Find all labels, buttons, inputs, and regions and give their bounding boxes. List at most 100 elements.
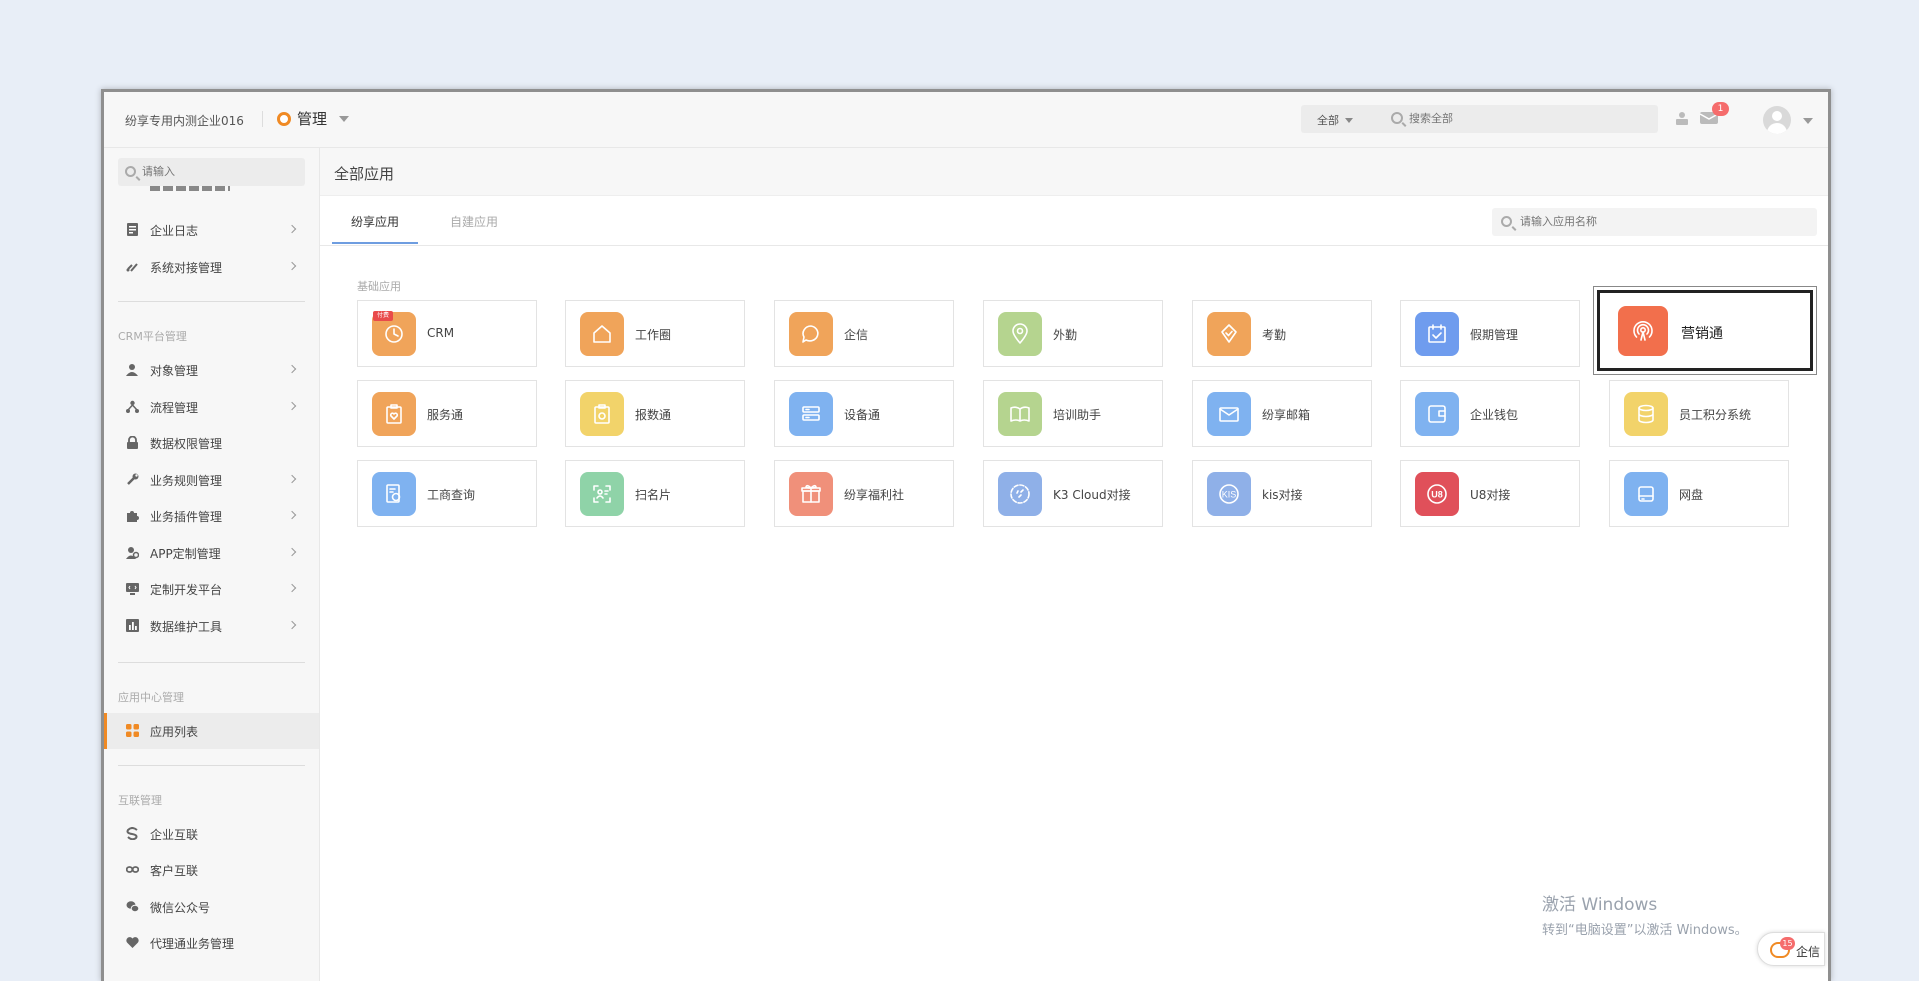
qixin-badge: 15 (1780, 937, 1795, 950)
app-card[interactable]: 服务通 (357, 380, 537, 447)
mail-icon (1207, 392, 1251, 436)
sidebar-item-app-list[interactable]: 应用列表 (104, 713, 319, 749)
app-card[interactable]: 付费 CRM (357, 300, 537, 367)
app-search-input[interactable] (1520, 213, 1800, 231)
app-card[interactable]: 设备通 (774, 380, 954, 447)
app-name: kis对接 (1262, 488, 1303, 502)
broadcast-icon (1618, 306, 1668, 356)
app-name: 考勤 (1262, 328, 1287, 342)
sidebar-item-dev-platform[interactable]: 定制开发平台 (104, 573, 319, 603)
section-title: 互联管理 (118, 794, 162, 807)
app-card[interactable]: 报数通 (565, 380, 745, 447)
module-switcher[interactable]: 管理 (277, 108, 350, 129)
global-search: 全部 (1301, 105, 1658, 133)
sidebar-item-label: 数据权限管理 (150, 437, 223, 451)
app-name: U8对接 (1470, 488, 1511, 502)
log-icon (127, 223, 138, 236)
module-label: 管理 (297, 110, 328, 128)
sidebar-item-label: APP定制管理 (150, 547, 221, 561)
section-title: CRM平台管理 (118, 330, 187, 343)
sidebar-item-customer-link[interactable]: 客户互联 (104, 854, 319, 884)
sidebar-item-label: 系统对接管理 (150, 261, 223, 275)
sidebar-item-app-custom[interactable]: APP定制管理 (104, 537, 319, 567)
sidebar-item-log[interactable]: 企业日志 (104, 214, 319, 244)
qixin-float-button[interactable]: 15 企信 (1757, 932, 1825, 966)
sidebar-item-permissions[interactable]: 数据权限管理 (104, 427, 319, 457)
grid-icon (126, 724, 139, 737)
sidebar-item-enterprise-link[interactable]: 企业互联 (104, 818, 319, 848)
sidebar-item-agent[interactable]: 代理通业务管理 (104, 927, 319, 957)
server-icon (789, 392, 833, 436)
chevron-right-icon (287, 510, 297, 520)
book-icon (998, 392, 1042, 436)
tab-custom-apps[interactable]: 自建应用 (450, 213, 498, 230)
app-card[interactable]: U8 U8对接 (1400, 460, 1580, 527)
wallet-icon (1415, 392, 1459, 436)
top-bar: 纷享专用内测企业016 管理 全部 1 (104, 92, 1828, 148)
app-name: 扫名片 (635, 488, 672, 502)
app-name: 设备通 (844, 408, 881, 422)
flow-icon (126, 400, 139, 413)
main-content: 全部应用 纷享应用 自建应用 基础应用 付费CRM工作圈企信外勤考勤假期管理营销… (320, 148, 1828, 981)
chevron-down-icon[interactable] (1803, 118, 1813, 124)
sidebar-item-label: 定制开发平台 (150, 583, 223, 597)
sidebar-search-input[interactable] (142, 163, 292, 181)
app-card[interactable]: 外勤 (983, 300, 1163, 367)
app-card[interactable]: 营销通 (1597, 290, 1813, 371)
svg-text:U8: U8 (1431, 490, 1443, 500)
sidebar-item-label: 应用列表 (150, 725, 199, 739)
sidebar-item-flows[interactable]: 流程管理 (104, 391, 319, 421)
app-card[interactable]: KIS kis对接 (1192, 460, 1372, 527)
app-card[interactable]: 网盘 (1609, 460, 1789, 527)
kis-icon: KIS (1207, 472, 1251, 516)
chevron-down-icon (339, 115, 350, 122)
contacts-icon[interactable] (1675, 111, 1689, 126)
sidebar-item-label: 微信公众号 (150, 901, 211, 915)
app-card[interactable]: 培训助手 (983, 380, 1163, 447)
header-divider (262, 111, 263, 127)
app-search (1492, 208, 1817, 236)
app-card[interactable]: 纷享邮箱 (1192, 380, 1372, 447)
message-badge: 1 (1712, 102, 1729, 116)
scan-card-icon (580, 472, 624, 516)
avatar[interactable] (1763, 106, 1791, 134)
app-name: 服务通 (427, 408, 464, 422)
app-card[interactable]: 纷享福利社 (774, 460, 954, 527)
sidebar-item-plugins[interactable]: 业务插件管理 (104, 500, 319, 530)
app-card[interactable]: K3 Cloud对接 (983, 460, 1163, 527)
app-card[interactable]: 扫名片 (565, 460, 745, 527)
sidebar-item-label: 企业互联 (150, 828, 199, 842)
tab-fxiaoke-apps[interactable]: 纷享应用 (351, 213, 399, 230)
sidebar-item-wechat[interactable]: 微信公众号 (104, 891, 319, 921)
app-name: 网盘 (1679, 488, 1704, 502)
s-link-icon (126, 827, 138, 840)
user-icon (126, 364, 138, 376)
search-icon (1501, 216, 1512, 227)
chevron-right-icon (287, 224, 297, 234)
app-name: 工商查询 (427, 488, 476, 502)
sidebar-divider (118, 662, 305, 663)
sidebar-item-integration[interactable]: 系统对接管理 (104, 251, 319, 281)
company-name[interactable]: 纷享专用内测企业016 (125, 112, 244, 129)
app-name: 纷享邮箱 (1262, 408, 1311, 422)
app-name: 报数通 (635, 408, 672, 422)
chevron-right-icon (287, 547, 297, 557)
sidebar-item-rules[interactable]: 业务规则管理 (104, 464, 319, 494)
sidebar-item-objects[interactable]: 对象管理 (104, 354, 319, 384)
sidebar-item-label: 数据维护工具 (150, 620, 223, 634)
app-card[interactable]: 假期管理 (1400, 300, 1580, 367)
app-card[interactable]: 企信 (774, 300, 954, 367)
search-icon (1391, 112, 1403, 124)
clipboard-icon (580, 392, 624, 436)
chevron-right-icon (287, 261, 297, 271)
search-scope-select[interactable]: 全部 (1317, 112, 1353, 128)
global-search-input[interactable] (1409, 110, 1639, 128)
app-card[interactable]: 工作圈 (565, 300, 745, 367)
app-card[interactable]: 员工积分系统 (1609, 380, 1789, 447)
app-card[interactable]: 企业钱包 (1400, 380, 1580, 447)
sidebar-item-data-tools[interactable]: 数据维护工具 (104, 610, 319, 640)
chart-icon (126, 619, 139, 632)
app-card[interactable]: 工商查询 (357, 460, 537, 527)
chevron-right-icon (287, 620, 297, 630)
app-card[interactable]: 考勤 (1192, 300, 1372, 367)
